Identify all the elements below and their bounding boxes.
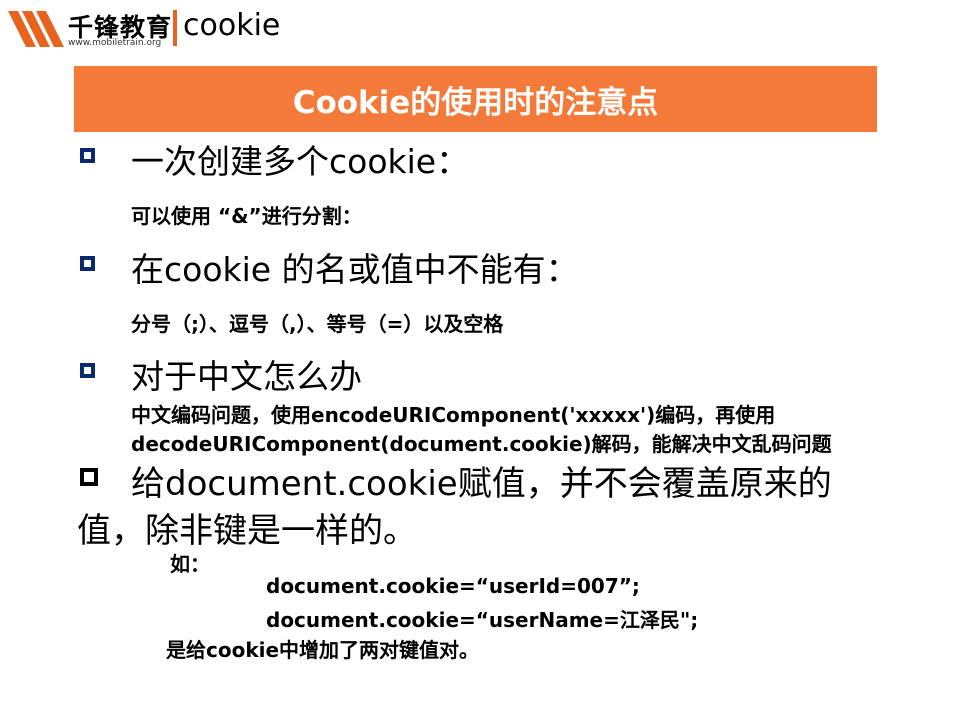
square-bullet-icon <box>80 363 95 378</box>
brand-url: www.mobiletrain.org <box>68 38 162 48</box>
square-bullet-icon <box>80 256 95 271</box>
bullet-4-heading-line2: 值，除非键是一样的。 <box>77 511 417 551</box>
bullet-2-detail: 分号（;）、逗号（,）、等号（=）以及空格 <box>131 312 504 336</box>
code-line-1: document.cookie=“userId=007”; <box>266 574 640 598</box>
slide-section-title: cookie <box>183 8 281 43</box>
bullet-1-heading: 一次创建多个cookie： <box>131 142 470 181</box>
bullet-3-heading: 对于中文怎么办 <box>131 357 362 396</box>
header-divider <box>173 10 177 46</box>
bullet-3-detail-line1: 中文编码问题，使用encodeURIComponent('xxxxx')编码，再… <box>131 403 776 427</box>
example-conclusion: 是给cookie中增加了两对键值对。 <box>166 638 480 662</box>
code-line-2: document.cookie=“userName=江泽民"; <box>266 608 699 632</box>
bullet-1-detail: 可以使用 “&”进行分割： <box>131 204 362 228</box>
bullet-3-detail-line2: decodeURIComponent(document.cookie)解码，能解… <box>131 432 832 456</box>
slide-title: Cookie的使用时的注意点 <box>292 84 659 121</box>
slide-title-banner: Cookie的使用时的注意点 <box>74 66 877 132</box>
bullet-4-heading-line1: 给document.cookie赋值，并不会覆盖原来的 <box>131 464 832 504</box>
square-bullet-icon <box>80 468 98 486</box>
example-label: 如： <box>170 552 210 576</box>
square-bullet-icon <box>80 148 95 163</box>
bullet-2-heading: 在cookie 的名或值中不能有： <box>131 250 579 289</box>
